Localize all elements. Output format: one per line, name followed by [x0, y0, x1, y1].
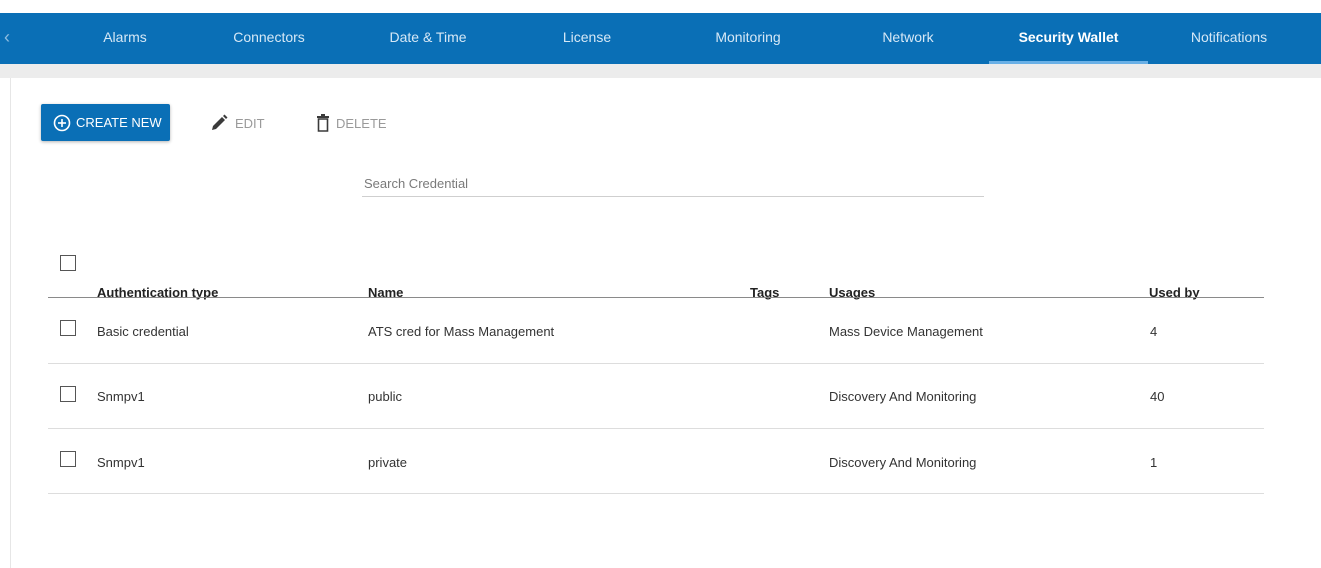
cell-name: private: [368, 455, 408, 470]
subheader-bar: [0, 64, 1321, 78]
cell-auth-type: Snmpv1: [97, 455, 145, 470]
tab-network[interactable]: Network: [858, 13, 958, 64]
cell-used-by: 40: [1150, 389, 1165, 404]
row-divider: [48, 428, 1264, 429]
settings-nav-bar: ‹ Alarms Connectors Date & Time License …: [0, 13, 1321, 64]
cell-used-by: 4: [1150, 324, 1158, 339]
search-credential-input[interactable]: [362, 172, 984, 197]
tab-connectors[interactable]: Connectors: [214, 13, 324, 64]
cell-name: ATS cred for Mass Management: [368, 324, 555, 339]
content-left-border: [10, 78, 11, 568]
edit-label: EDIT: [235, 115, 265, 131]
cell-name: public: [368, 389, 402, 404]
delete-button[interactable]: DELETE: [316, 110, 387, 136]
top-strip: [0, 0, 1321, 13]
tab-monitoring[interactable]: Monitoring: [693, 13, 803, 64]
cell-auth-type: Basic credential: [97, 324, 189, 339]
cell-usages: Discovery And Monitoring: [829, 455, 977, 470]
pencil-icon: [212, 114, 228, 130]
table-header-divider: [48, 297, 1264, 298]
cell-auth-type: Snmpv1: [97, 389, 145, 404]
trash-icon: [317, 114, 329, 132]
tab-license[interactable]: License: [537, 13, 637, 64]
row-checkbox[interactable]: [60, 451, 76, 467]
chevron-left-icon[interactable]: ‹: [4, 27, 16, 47]
create-new-button[interactable]: CREATE NEW: [41, 104, 170, 141]
delete-label: DELETE: [336, 115, 387, 131]
tab-date-time[interactable]: Date & Time: [373, 13, 483, 64]
tab-security-wallet[interactable]: Security Wallet: [989, 13, 1148, 64]
select-all-checkbox[interactable]: [60, 255, 76, 271]
row-divider: [48, 493, 1264, 494]
cell-usages: Mass Device Management: [829, 324, 983, 339]
row-checkbox[interactable]: [60, 320, 76, 336]
tab-notifications[interactable]: Notifications: [1174, 13, 1284, 64]
cell-used-by: 1: [1150, 455, 1158, 470]
cell-usages: Discovery And Monitoring: [829, 389, 977, 404]
create-new-label: CREATE NEW: [76, 115, 162, 130]
plus-circle-icon: [53, 114, 71, 131]
row-checkbox[interactable]: [60, 386, 76, 402]
tab-alarms[interactable]: Alarms: [70, 13, 180, 64]
row-divider: [48, 363, 1264, 364]
edit-button[interactable]: EDIT: [209, 110, 265, 136]
